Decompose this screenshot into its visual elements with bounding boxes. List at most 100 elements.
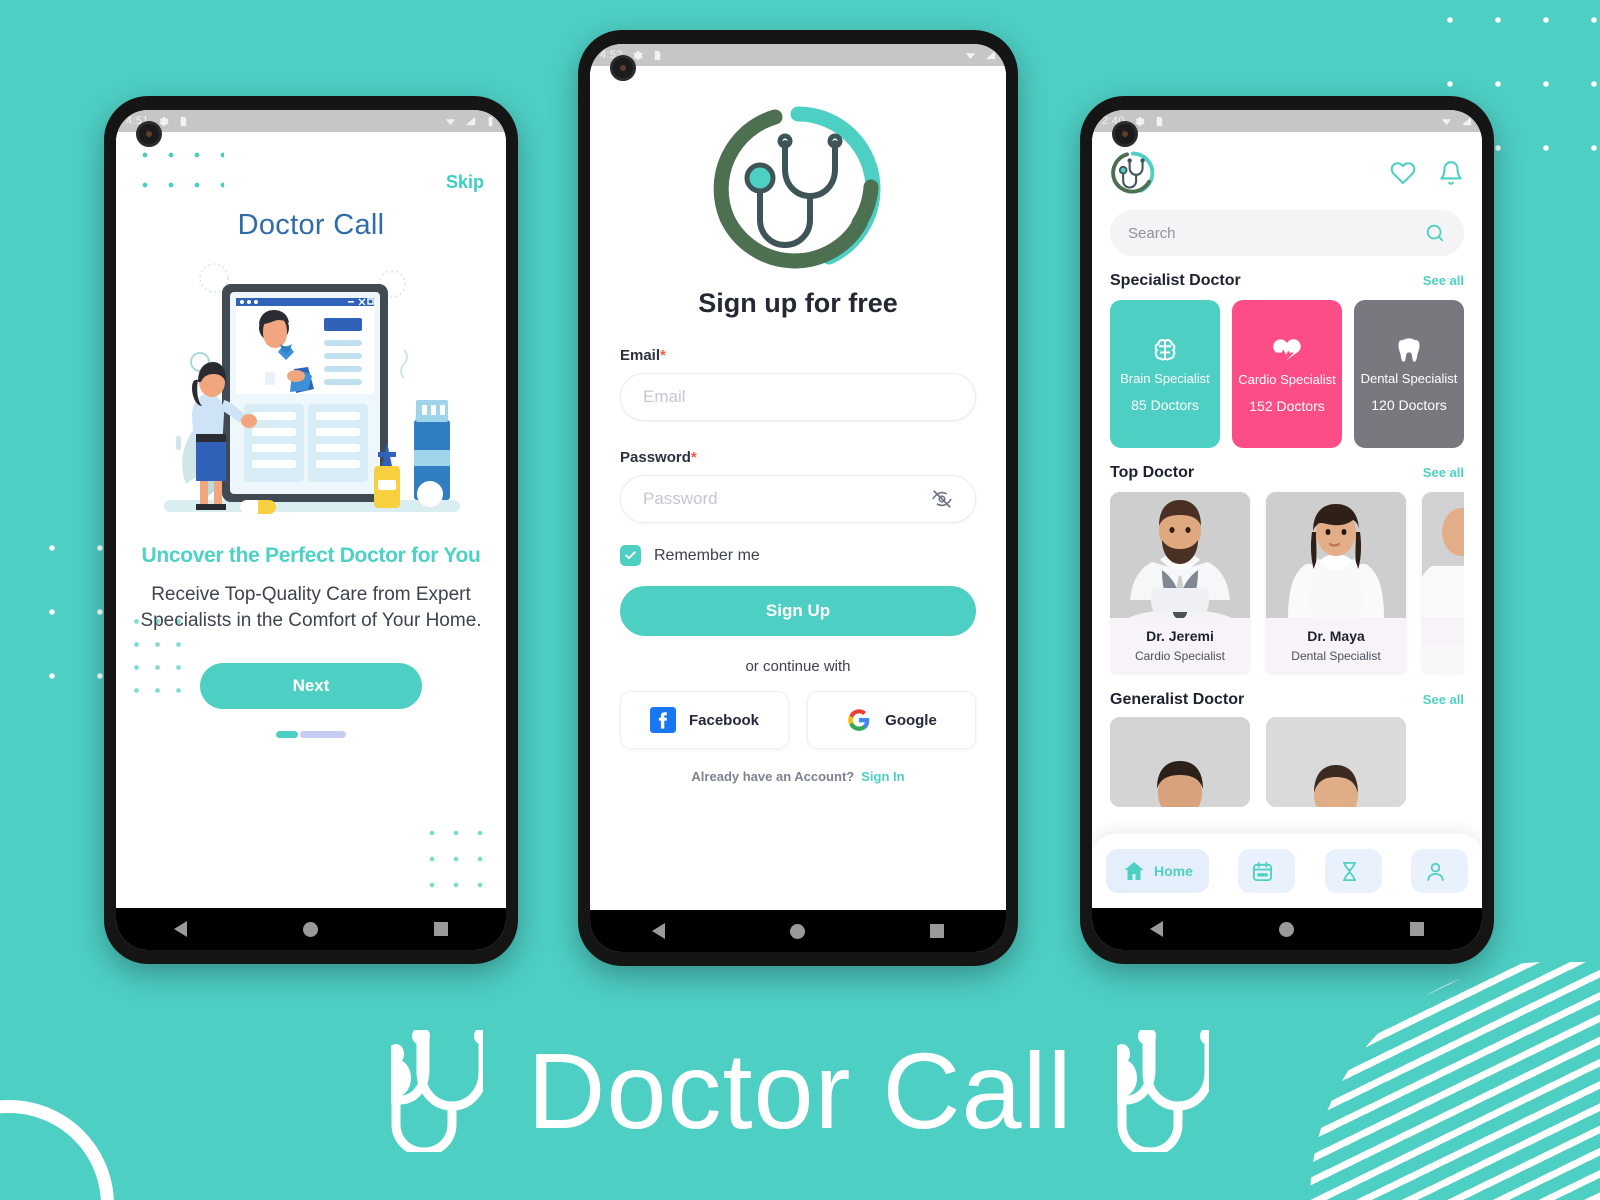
android-nav-bar (590, 910, 1006, 952)
google-login-button[interactable]: Google (807, 691, 976, 749)
gear-icon (1135, 116, 1145, 126)
bell-icon[interactable] (1438, 160, 1464, 186)
user-icon (1427, 862, 1444, 881)
specialist-card-brain[interactable]: Brain Specialist 85 Doctors (1110, 300, 1220, 448)
email-input[interactable] (643, 387, 953, 407)
top-doctor-card[interactable] (1422, 492, 1464, 675)
back-icon[interactable] (652, 923, 666, 939)
home-circle-icon[interactable] (303, 921, 318, 937)
specialist-card-count: 152 Doctors (1249, 398, 1325, 415)
decoration-circle-bottom-left (0, 1100, 114, 1200)
camera-cutout (610, 55, 636, 81)
nav-item-profile[interactable] (1410, 849, 1468, 893)
back-icon[interactable] (174, 921, 187, 937)
phone-mockup-onboarding: 4:51 Skip Doctor Call Uncover the Perfec… (104, 96, 518, 964)
recents-icon[interactable] (434, 922, 448, 936)
signal-icon (985, 50, 996, 59)
home-screen: Specialist Doctor See all Brain Speciali… (1092, 132, 1482, 908)
skip-button[interactable]: Skip (446, 172, 484, 193)
check-icon (625, 551, 636, 560)
specialist-section-header: Specialist Doctor See all (1110, 272, 1464, 290)
doctor-name: Dr. Maya (1307, 628, 1365, 644)
search-icon[interactable] (1424, 222, 1446, 244)
android-nav-bar (116, 908, 506, 950)
recents-icon[interactable] (929, 924, 944, 938)
banner-title: Doctor Call (527, 1030, 1073, 1151)
sim-icon (654, 50, 660, 60)
nav-item-home[interactable]: Home (1106, 849, 1209, 893)
sign-in-link[interactable]: Sign In (861, 769, 904, 784)
email-field[interactable] (620, 373, 976, 421)
generalist-section-header: Generalist Doctor See all (1110, 691, 1464, 709)
search-bar[interactable] (1110, 210, 1464, 256)
doctor-photo (1110, 492, 1250, 618)
top-doctor-section-header: Top Doctor See all (1110, 464, 1464, 482)
password-input[interactable] (643, 489, 931, 509)
doctor-photo (1422, 492, 1464, 618)
signup-screen: Sign up for free Email* Password* (590, 66, 1006, 910)
wifi-icon (965, 52, 976, 59)
decoration-dots-screen-bottom-right (420, 820, 500, 890)
bottom-navigation: Home (1092, 834, 1482, 908)
top-doctor-list: Dr. Jeremi Cardio Specialist Dr. Maya De… (1110, 492, 1464, 675)
doctor-meta: Dr. Jeremi Cardio Specialist (1110, 618, 1250, 675)
password-label-text: Password (620, 449, 691, 466)
eye-off-icon[interactable] (931, 488, 953, 510)
nav-item-calendar[interactable] (1238, 849, 1296, 893)
stethoscope-icon (391, 1030, 484, 1152)
generalist-see-all-link[interactable]: See all (1423, 692, 1464, 707)
sim-icon (180, 116, 186, 126)
required-marker: * (660, 347, 666, 364)
facebook-icon (649, 707, 676, 733)
home-circle-icon[interactable] (789, 923, 805, 939)
or-continue-text: or continue with (745, 658, 851, 675)
email-label-text: Email (620, 347, 661, 364)
next-button[interactable]: Next (200, 663, 422, 710)
battery-icon (488, 116, 493, 126)
page-indicator[interactable] (276, 731, 346, 739)
nav-item-home-label: Home (1154, 863, 1193, 879)
recents-icon[interactable] (1410, 922, 1424, 936)
top-doctor-card[interactable]: Dr. Maya Dental Specialist (1266, 492, 1406, 675)
remember-me-checkbox[interactable] (620, 545, 641, 566)
back-icon[interactable] (1150, 921, 1163, 937)
page-indicator-active (276, 731, 298, 739)
specialist-see-all-link[interactable]: See all (1423, 273, 1464, 288)
search-input[interactable] (1128, 224, 1424, 242)
specialist-card-count: 120 Doctors (1371, 397, 1447, 414)
top-doctor-card[interactable]: Dr. Jeremi Cardio Specialist (1110, 492, 1250, 675)
specialist-card-cardio[interactable]: Cardio Specialist 152 Doctors (1232, 300, 1342, 448)
sign-up-button[interactable]: Sign Up (620, 586, 976, 636)
remember-me-row[interactable]: Remember me (620, 545, 976, 566)
heart-icon[interactable] (1390, 160, 1416, 186)
camera-cutout (136, 121, 162, 147)
stethoscope-icon (1116, 1030, 1209, 1152)
tooth-icon (1398, 338, 1420, 362)
required-marker: * (690, 449, 697, 466)
password-field[interactable] (620, 475, 976, 523)
generalist-list (1110, 717, 1464, 807)
app-logo-small[interactable] (1110, 150, 1156, 196)
decoration-stripes-bottom-right (1310, 962, 1600, 1200)
specialist-card-dental[interactable]: Dental Specialist 120 Doctors (1354, 300, 1464, 448)
heart-pulse-icon (1273, 339, 1301, 361)
generalist-card[interactable] (1110, 717, 1250, 807)
nav-item-history[interactable] (1324, 849, 1382, 893)
generalist-section-title: Generalist Doctor (1110, 691, 1245, 708)
generalist-card[interactable] (1266, 717, 1406, 807)
app-title: Doctor Call (237, 209, 385, 241)
onboarding-headline: Uncover the Perfect Doctor for You (141, 544, 481, 567)
home-circle-icon[interactable] (1279, 921, 1294, 937)
specialist-card-name: Brain Specialist (1120, 370, 1210, 386)
top-doctor-see-all-link[interactable]: See all (1423, 465, 1464, 480)
google-icon (848, 709, 870, 731)
phone-mockup-signup: 4:52 Sign up for free Email* Email Passw… (578, 30, 1018, 966)
gear-icon (633, 50, 643, 60)
android-nav-bar (1092, 908, 1482, 950)
status-bar: 2:40 (1092, 110, 1482, 132)
onboarding-illustration (138, 254, 484, 522)
home-header (1110, 150, 1464, 196)
facebook-login-button[interactable]: Facebook (620, 691, 789, 749)
app-logo (620, 100, 976, 278)
signup-title: Sign up for free (698, 288, 898, 318)
